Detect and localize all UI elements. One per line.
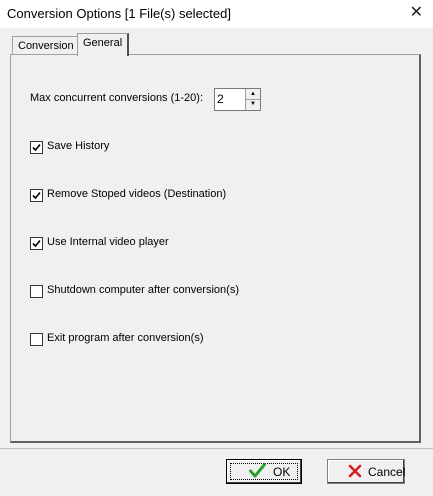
shutdown-after-checkbox[interactable] [30, 285, 43, 298]
tab-general-label: General [83, 37, 123, 49]
shutdown-after-label: Shutdown computer after conversion(s) [47, 284, 239, 296]
window-title: Conversion Options [1 File(s) selected] [7, 6, 231, 21]
red-x-icon [348, 464, 362, 478]
title-bar: Conversion Options [1 File(s) selected] … [0, 0, 433, 28]
spinner-buttons: ▲ ▼ [245, 89, 260, 110]
max-concurrent-input[interactable]: 2 [217, 92, 224, 106]
green-checkmark-icon [249, 463, 266, 478]
cancel-label: Cancel [368, 465, 406, 479]
tab-conversion[interactable]: Conversion [12, 36, 80, 55]
ok-label: OK [273, 465, 291, 479]
max-concurrent-spinner[interactable]: 2 ▲ ▼ [214, 88, 261, 111]
use-internal-player-label: Use Internal video player [47, 236, 169, 248]
checkmark-icon [32, 143, 41, 152]
cancel-button[interactable]: Cancel [327, 459, 405, 484]
max-concurrent-label: Max concurrent conversions (1-20): [30, 92, 204, 104]
tab-general[interactable]: General [77, 33, 130, 56]
save-history-checkbox[interactable] [30, 141, 43, 154]
spinner-down-icon[interactable]: ▼ [246, 99, 260, 109]
general-panel [10, 54, 421, 443]
remove-stoped-videos-checkbox[interactable] [30, 189, 43, 202]
close-icon[interactable]: ✕ [410, 5, 423, 21]
checkmark-icon [32, 191, 41, 200]
exit-after-label: Exit program after conversion(s) [47, 332, 204, 344]
remove-stoped-videos-label: Remove Stoped videos (Destination) [47, 188, 227, 200]
exit-after-checkbox[interactable] [30, 333, 43, 346]
checkmark-icon [32, 239, 41, 248]
ok-button[interactable]: OK [226, 459, 302, 484]
save-history-label: Save History [47, 140, 110, 152]
footer-divider [0, 448, 433, 449]
use-internal-player-checkbox[interactable] [30, 237, 43, 250]
tab-conversion-label: Conversion [18, 40, 74, 52]
